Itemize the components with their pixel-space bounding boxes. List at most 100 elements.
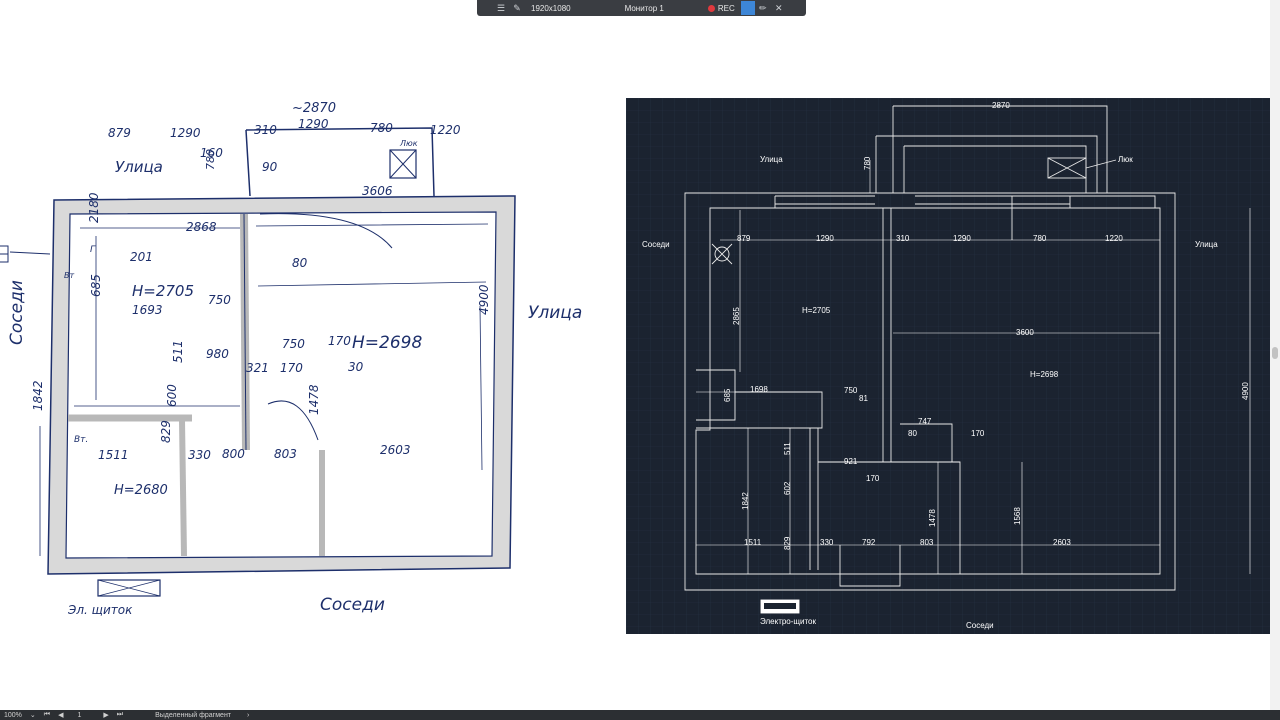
first-page-icon[interactable]: ⏮ [44, 711, 50, 719]
dimension-label: 4900 [1241, 382, 1250, 400]
cad-height-room1: H=2705 [802, 306, 831, 315]
cad-height-room2: H=2698 [1030, 370, 1059, 379]
sketch-height-room2: H=2698 [352, 333, 422, 353]
chevron-right-icon[interactable]: › [247, 712, 249, 719]
resolution-label[interactable]: 1920x1080 [531, 4, 571, 13]
sketch-hatch-label: Люк [399, 139, 418, 148]
cad-street-top: Улица [760, 155, 783, 164]
sketch-street-right: Улица [528, 303, 582, 323]
dimension-label: 3606 [362, 184, 393, 198]
square-icon[interactable] [740, 1, 755, 15]
sketch-neighbors-bottom: Соседи [320, 595, 385, 615]
dimension-label: 2603 [380, 443, 411, 457]
dimension-label: 803 [274, 447, 297, 461]
chevron-down-icon[interactable]: ⌄ [30, 711, 36, 719]
cad-drawing-viewport[interactable]: Улица Улица Соседи Соседи Люк Электро-щи… [626, 98, 1270, 634]
dimension-label: 980 [206, 347, 229, 361]
dimension-label: 750 [208, 293, 231, 307]
dimension-label: 1698 [750, 385, 768, 394]
dimension-label: 80 [908, 429, 917, 438]
dimension-label: 511 [783, 442, 792, 455]
dimension-label: 2180 [87, 192, 101, 223]
dimension-label: 1511 [744, 538, 762, 547]
dimension-label: 170 [328, 334, 351, 348]
monitor-label[interactable]: Монитор 1 [625, 4, 664, 13]
dimension-label: 747 [918, 417, 932, 426]
cad-hatch-label: Люк [1118, 155, 1133, 164]
dimension-label: 1842 [31, 380, 45, 411]
pencil-icon[interactable]: ✏ [755, 0, 771, 16]
scrollbar-thumb[interactable] [1272, 347, 1278, 359]
dimension-label: 780 [863, 156, 872, 170]
dimension-label: 81 [859, 394, 868, 403]
dimension-label: 879 [108, 126, 131, 140]
dimension-label: 170 [280, 361, 303, 375]
dimension-label: 800 [222, 447, 245, 461]
dimension-label: 829 [159, 420, 173, 443]
dimension-label: 321 [246, 361, 269, 375]
next-page-icon[interactable]: ▶ [103, 711, 108, 719]
zoom-level[interactable]: 100% [4, 712, 22, 719]
record-button[interactable]: REC [707, 4, 735, 13]
selection-label: Выделенный фрагмент [155, 711, 232, 719]
sketch-height-room1: H=2705 [132, 282, 194, 300]
dimension-label: 160 [200, 146, 223, 160]
dimension-label: 780 [370, 121, 393, 135]
dimension-label: 602 [783, 481, 792, 495]
dimension-label: 330 [820, 538, 834, 547]
dimension-label: 1290 [816, 234, 834, 243]
dimension-label: 1290 [298, 117, 329, 131]
dimension-label: 3600 [1016, 328, 1034, 337]
dimension-label: 685 [89, 274, 103, 297]
dimension-label: 792 [862, 538, 876, 547]
dimension-label: 1290 [953, 234, 971, 243]
dimension-label: 90 [262, 160, 278, 174]
dimension-label: 30 [348, 360, 364, 374]
cad-fixture-symbol [711, 243, 733, 265]
vertical-scrollbar[interactable] [1270, 0, 1280, 720]
dimension-label: 921 [844, 457, 858, 466]
dimension-label: 780 [1033, 234, 1047, 243]
cad-el-panel-label: Электро-щиток [760, 617, 816, 626]
sketch-el-panel-label: Эл. щиток [67, 603, 133, 617]
cad-neighbors-bottom: Соседи [966, 621, 994, 630]
dimension-label: 750 [282, 337, 305, 351]
dimension-label: 1290 [170, 126, 201, 140]
page-number[interactable]: 1 [77, 712, 81, 719]
dimension-label: 879 [737, 234, 751, 243]
sketch-bath-tag: Вт. [74, 435, 88, 445]
dimension-label: 1220 [1105, 234, 1123, 243]
dimension-label: 201 [130, 250, 153, 264]
record-icon [707, 4, 715, 12]
dimension-label: 600 [165, 384, 179, 407]
cad-neighbors-left: Соседи [642, 240, 670, 249]
dimension-label: 829 [783, 536, 792, 550]
dimension-label: 170 [971, 429, 985, 438]
recorder-toolbar: ☰ ✎ 1920x1080 Монитор 1 REC ✏ ✕ [477, 0, 806, 16]
last-page-icon[interactable]: ⏭ [117, 711, 123, 719]
dimension-label: 1568 [1013, 507, 1022, 525]
dimension-label: 80 [292, 256, 308, 270]
close-icon[interactable]: ✕ [771, 0, 787, 16]
prev-page-icon[interactable]: ◀ [58, 711, 63, 719]
cad-street-right: Улица [1195, 240, 1218, 249]
sketch-balcony-width: ~2870 [292, 101, 336, 116]
pin-icon[interactable]: ✎ [509, 0, 525, 16]
dimension-label: 1511 [98, 448, 129, 462]
dimension-label: 2603 [1053, 538, 1071, 547]
dimension-label: 310 [254, 123, 277, 137]
sketch-height-bath: H=2680 [114, 483, 168, 498]
dimension-label: 803 [920, 538, 934, 547]
dimension-label: 511 [171, 340, 185, 363]
dimension-label: 310 [896, 234, 910, 243]
sketch-street-top: Улица [115, 158, 163, 176]
menu-icon[interactable]: ☰ [493, 0, 509, 16]
dimension-label: 2865 [732, 307, 741, 325]
dimension-label: 330 [188, 448, 211, 462]
dimension-label: 685 [723, 388, 732, 402]
dimension-label: 750 [844, 386, 858, 395]
hand-drawn-plan: Улица Улица Соседи Соседи Эл. щиток Люк … [0, 101, 582, 617]
dimension-label: 2870 [992, 101, 1010, 110]
dimension-label: 1693 [132, 303, 163, 317]
sketch-outlet-tag: Вт [64, 271, 74, 280]
